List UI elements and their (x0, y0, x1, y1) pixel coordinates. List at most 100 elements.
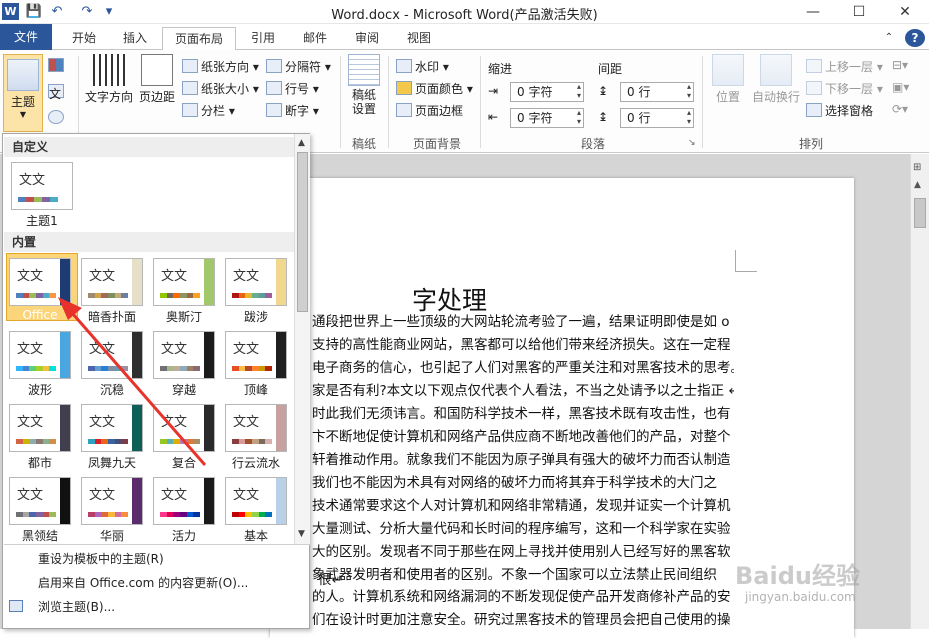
browse-themes-menu-item[interactable]: 浏览主题(B)... (3, 595, 309, 619)
theme-thumbnail[interactable]: 文文 (9, 258, 71, 306)
theme-glyph: 文文 (89, 488, 116, 503)
document-text-line[interactable]: 家是否有利?本文以下观点仅代表个人看法，不当之处请予以之士指正 ↵ (312, 379, 734, 399)
theme-thumbnail[interactable]: 文文 (9, 404, 71, 452)
tab-view[interactable]: 视图 (394, 27, 444, 50)
ruler-toggle-icon[interactable]: ⊞ (913, 162, 921, 173)
margins-button[interactable]: 页边距 (136, 54, 178, 105)
position-button[interactable]: 位置 (708, 54, 748, 105)
line-numbers-button[interactable]: 行号 ▾ (266, 80, 319, 97)
theme-thumbnail[interactable]: 文文 (9, 331, 71, 379)
theme-thumbnail[interactable]: 文文 (81, 331, 143, 379)
theme-thumbnail[interactable]: 文文 (9, 477, 71, 525)
group-icon[interactable]: ▣▾ (892, 80, 909, 94)
tab-insert[interactable]: 插入 (110, 27, 160, 50)
theme-glyph: 文文 (17, 488, 44, 503)
theme-accent-strip (276, 478, 286, 524)
theme-thumbnail[interactable]: 文文 (225, 258, 287, 306)
document-text-line[interactable]: 时此我们无须讳言。和国防科学技术一样，黑客技术既有攻击性，也有 (312, 402, 734, 422)
theme-thumbnail[interactable]: 文文 (153, 258, 215, 306)
minimize-button[interactable]: — (790, 0, 836, 24)
theme-colors-icon[interactable] (48, 58, 67, 73)
gallery-scroll-up-icon[interactable]: ▲ (298, 138, 305, 148)
theme-thumbnail[interactable]: 文文 (225, 331, 287, 379)
theme-accent-strip (60, 332, 70, 378)
document-text-line[interactable]: 轩着推动作用。就象我们不能因为原子弹具有强大的破坏力而否认制造 (312, 448, 734, 468)
theme-thumbnail[interactable]: 文文 (153, 477, 215, 525)
document-text-line[interactable]: 通段把世界上一些顶级的大网站轮流考验了一遍，结果证明即使是如 o (312, 310, 734, 330)
theme-accent-strip (204, 405, 214, 451)
draft-settings-label: 稿纸 设置 (351, 88, 376, 116)
close-button[interactable]: ✕ (882, 0, 928, 24)
gallery-scroll-down-icon[interactable]: ▼ (298, 529, 305, 539)
gallery-scroll-thumb[interactable] (297, 152, 308, 312)
paragraph-dialog-launcher-icon[interactable]: ↘ (688, 138, 696, 148)
builtin-section-header: 内置 (4, 232, 294, 252)
theme-thumbnail[interactable]: 文文 (153, 404, 215, 452)
theme-glyph: 文文 (17, 415, 44, 430)
document-text-line[interactable]: 卞不断地促使计算机和网络产品供应商不断地改善他们的产品，对整个 (312, 425, 734, 445)
theme-effects-icon[interactable] (48, 110, 67, 125)
indent-left-input[interactable]: 0 字符 (510, 82, 584, 102)
document-text-line[interactable]: 象武器发明者和使用者的区别。不象一个国家可以立法禁止民间组织 (312, 563, 734, 583)
theme-accent-strip (60, 405, 70, 451)
gallery-scrollbar[interactable]: ▲ ▼ (294, 134, 310, 544)
document-text-line[interactable]: 支持的高性能商业网站，黑客都可以给他们带来经济损失。这在一定程 (312, 333, 734, 353)
theme-thumbnail[interactable]: 文文 (225, 477, 287, 525)
bring-forward-label: 上移一层 (825, 60, 874, 74)
theme-button[interactable]: 主题 ▼ (3, 54, 43, 132)
document-text-line[interactable]: 电子商务的信心，也引起了人们对黑客的严重关注和对黑客技术的思考。 (312, 356, 734, 376)
scroll-up-icon[interactable]: ▲ (914, 180, 921, 190)
tab-page-layout[interactable]: 页面布局 (162, 27, 236, 51)
bring-forward-button[interactable]: 上移一层 ▾ (806, 58, 883, 75)
page-border-button[interactable]: 页面边框 (396, 102, 463, 119)
spacing-before-input[interactable]: 0 行 (620, 82, 694, 102)
tab-mailings[interactable]: 邮件 (290, 27, 340, 50)
collapse-ribbon-icon[interactable]: ⌃ (880, 27, 898, 50)
theme-thumbnail[interactable]: 文文 (81, 477, 143, 525)
theme-thumbnail[interactable]: 文文 (81, 404, 143, 452)
spacing-after-input[interactable]: 0 行 (620, 108, 694, 128)
enable-content-updates-menu-item[interactable]: 启用来自 Office.com 的内容更新(O)... (3, 571, 309, 595)
selection-pane-button[interactable]: 选择窗格 (806, 102, 873, 119)
document-text-line[interactable]: 大量测试、分析大量代码和长时间的程序编写，这和一个科学家在实验 (312, 517, 734, 537)
document-text-line[interactable]: 们在设计时更加注意安全。研究过黑客技术的管理员会把自己使用的操 (312, 608, 734, 628)
document-text-line[interactable]: 我们也不能因为术具有对网络的破坏力而将其弃于科学技术的大门之 (312, 471, 734, 491)
wrap-text-button[interactable]: 自动换行 (750, 54, 802, 105)
document-text-line[interactable]: 的人。计算机系统和网络漏洞的不断发现促使产品开发商修补产品的安 (312, 585, 734, 605)
maximize-button[interactable]: ☐ (836, 0, 882, 24)
theme-fonts-icon[interactable]: 文 (48, 84, 67, 101)
vertical-scrollbar[interactable]: ⊞ ▲ (910, 154, 929, 629)
scroll-thumb[interactable] (914, 198, 926, 228)
theme-label: 暗香扑面 (87, 310, 136, 324)
columns-button[interactable]: 分栏 ▾ (182, 102, 235, 119)
custom-theme-thumbnail[interactable]: 文文 (11, 162, 73, 210)
orientation-button[interactable]: 纸张方向 ▾ (182, 58, 259, 75)
tab-file[interactable]: 文件 (0, 24, 52, 50)
theme-glyph: 文文 (161, 415, 188, 430)
hyphenation-button[interactable]: 断字 ▾ (266, 102, 319, 119)
tab-home[interactable]: 开始 (58, 27, 110, 50)
document-text-line[interactable]: 大的区别。发现者不同于那些在网上寻找并使用别人已经写好的黑客软 (312, 540, 734, 560)
theme-label: 都市 (27, 456, 52, 470)
send-backward-button[interactable]: 下移一层 ▾ (806, 80, 883, 97)
theme-thumbnail[interactable]: 文文 (225, 404, 287, 452)
breaks-button[interactable]: 分隔符 ▾ (266, 58, 331, 75)
text-direction-button[interactable]: 文字方向 (84, 54, 134, 105)
watermark-button[interactable]: 水印 ▾ (396, 58, 449, 75)
theme-color-bars (232, 293, 273, 298)
indent-right-input[interactable]: 0 字符 (510, 108, 584, 128)
tab-references[interactable]: 引用 (238, 27, 288, 50)
page-color-button[interactable]: 页面颜色 ▾ (396, 80, 473, 97)
help-icon[interactable]: ? (905, 29, 925, 47)
document-text-line[interactable]: 技术通常要求这个人对计算机和网络非常精通，发现并证实一个计算机 (312, 494, 734, 514)
align-icon[interactable]: ⊟▾ (892, 58, 908, 72)
rotate-icon[interactable]: ⟳▾ (892, 102, 908, 116)
reset-theme-menu-item[interactable]: 重设为模板中的主题(R) (3, 547, 309, 571)
size-button[interactable]: 纸张大小 ▾ (182, 80, 259, 97)
theme-thumbnail[interactable]: 文文 (153, 331, 215, 379)
theme-glyph: 文文 (89, 342, 116, 357)
draft-settings-button[interactable]: 稿纸 设置 (345, 54, 383, 116)
tab-review[interactable]: 审阅 (342, 27, 392, 50)
theme-thumbnail[interactable]: 文文 (81, 258, 143, 306)
theme-glyph: 文文 (17, 269, 44, 284)
